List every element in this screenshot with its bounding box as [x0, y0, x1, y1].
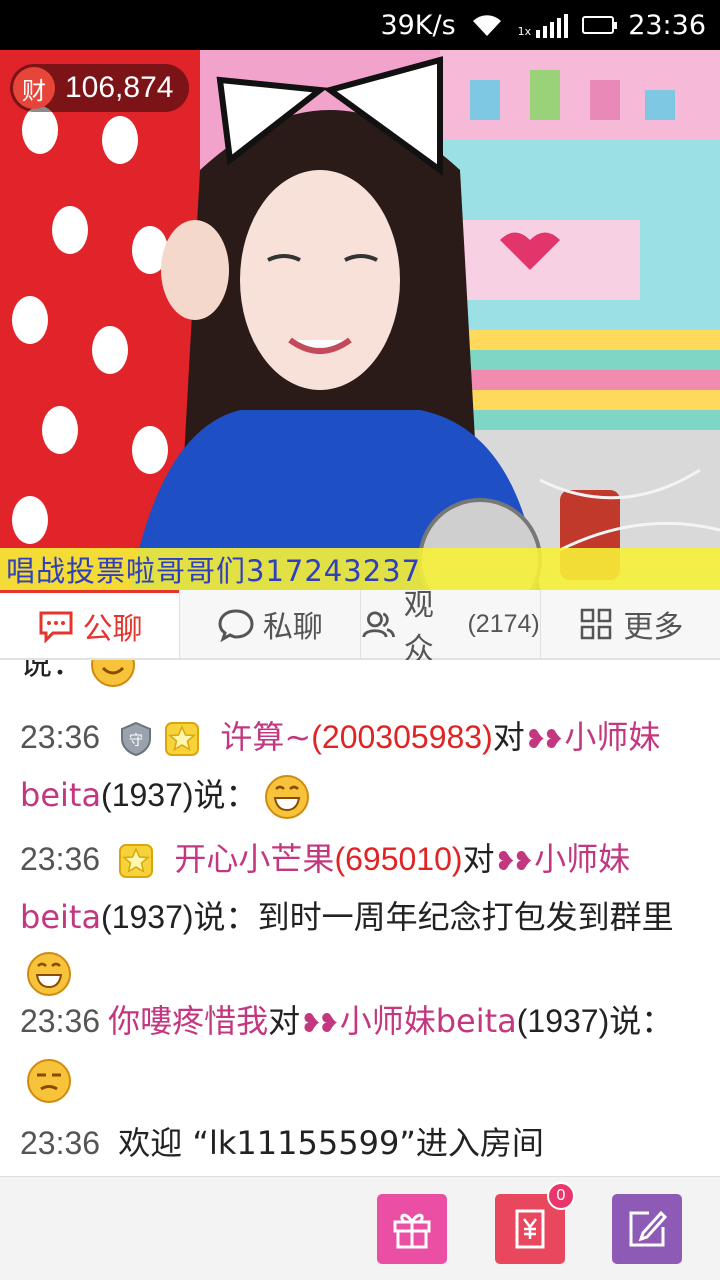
tab-label: 公聊 — [82, 611, 143, 647]
hearts-icon: ❥❥ — [524, 725, 565, 755]
sender-name[interactable]: 开心小芒果 — [174, 840, 334, 878]
tab-public-chat[interactable]: 公聊 — [0, 590, 180, 658]
say-word: 说： — [193, 776, 258, 814]
hearts-icon: ❥❥ — [494, 847, 535, 877]
audience-count: (2174) — [467, 609, 540, 638]
public-chat-list[interactable]: 说： 23:36 守 许算~(200305983)对❥❥ 小师妹beita(193… — [0, 660, 720, 1176]
to-word: 对 — [268, 1002, 301, 1040]
compose-button[interactable] — [612, 1194, 682, 1264]
wealth-badge: 财 106,874 — [10, 64, 190, 112]
message-time: 23:36 — [20, 1003, 101, 1039]
tab-label: 私聊 — [262, 610, 323, 645]
status-bar: 39K/s 1x 23:36 — [0, 0, 720, 50]
gift-icon — [393, 1213, 431, 1249]
chat-message: 23:36 守 许算~(200305983)对❥❥ 小师妹beita(1937)说… — [20, 710, 704, 823]
guard-badge-icon: 守 — [121, 721, 152, 757]
yuan-card-icon — [515, 1209, 545, 1249]
to-word: 对 — [492, 718, 525, 756]
tab-private-chat[interactable]: 私聊 — [179, 590, 405, 658]
live-video[interactable]: 财 106,874 唱战投票啦哥哥们317243237 — [0, 50, 720, 590]
grid-icon — [581, 608, 612, 640]
say-word: 说： — [609, 1002, 674, 1040]
edit-icon — [629, 1210, 668, 1247]
recharge-button[interactable]: 0 — [495, 1182, 575, 1264]
recharge-badge: 0 — [547, 1182, 575, 1210]
target-id: (1937) — [516, 1003, 610, 1039]
chat-tabs: 公聊 私聊 观众 (2174) 更多 — [0, 588, 720, 667]
target-id: (1937) — [101, 899, 194, 935]
wealth-icon: 财 — [13, 67, 55, 109]
smile-emoji-icon — [91, 660, 136, 687]
say-word: 说： — [193, 898, 258, 936]
to-word: 对 — [462, 840, 495, 878]
tab-audience[interactable]: 观众 (2174) — [359, 588, 540, 667]
chat-message-system: 23:36 欢迎 “lk11155599”进入房间 — [20, 1116, 704, 1171]
hearts-icon: ❥❥ — [300, 1009, 340, 1039]
message-time: 23:36 — [20, 841, 101, 877]
grin-emoji-icon — [264, 775, 309, 819]
target-id: (1937) — [101, 777, 194, 813]
svg-text:守: 守 — [129, 733, 143, 749]
grin-emoji-icon — [27, 952, 71, 996]
battery-icon — [582, 16, 618, 34]
clock: 23:36 — [628, 9, 706, 41]
message-time: 23:36 — [20, 1125, 101, 1161]
wifi-icon — [470, 12, 504, 38]
message-time: 23:36 — [20, 719, 101, 755]
audience-icon — [361, 611, 395, 638]
chat-message: 23:36 你嘍疼惜我对❥❥ 小师妹beita(1937)说： — [20, 994, 704, 1107]
gift-button[interactable] — [377, 1194, 447, 1264]
chat-message: 23:36 开心小芒果(695010)对❥❥ 小师妹beita(1937)说：到时… — [20, 832, 704, 1000]
tab-label: 观众 — [403, 588, 434, 667]
video-frame-image — [0, 50, 720, 590]
message-text: 到时一周年纪念打包发到群里 — [257, 898, 674, 936]
tab-more[interactable]: 更多 — [539, 590, 720, 658]
star-badge-icon — [165, 722, 200, 756]
network-speed: 39K/s — [380, 9, 456, 41]
chat-message-partial: 说： — [20, 660, 704, 691]
smug-emoji-icon — [27, 1059, 71, 1103]
wealth-value: 106,874 — [65, 71, 174, 104]
tab-label: 更多 — [623, 610, 684, 645]
welcome-text: 欢迎 “lk11155599”进入房间 — [118, 1124, 544, 1162]
sender-name[interactable]: 许算~ — [220, 718, 311, 756]
announcement-text: 唱战投票啦哥哥们317243237 — [6, 554, 422, 588]
chat-bubble-icon — [39, 611, 73, 644]
message-text: 说： — [20, 660, 85, 682]
sender-name[interactable]: 你嘍疼惜我 — [108, 1002, 268, 1040]
sender-id: (695010) — [334, 841, 463, 877]
private-chat-icon — [218, 609, 254, 643]
signal-icon: 1x — [518, 12, 569, 38]
star-badge-icon — [119, 844, 154, 878]
scrolling-announcement: 唱战投票啦哥哥们317243237 — [0, 548, 720, 590]
bottom-action-bar: 0 — [0, 1176, 720, 1280]
target-name[interactable]: 小师妹beita — [340, 1002, 517, 1040]
sender-id: (200305983) — [311, 719, 493, 755]
